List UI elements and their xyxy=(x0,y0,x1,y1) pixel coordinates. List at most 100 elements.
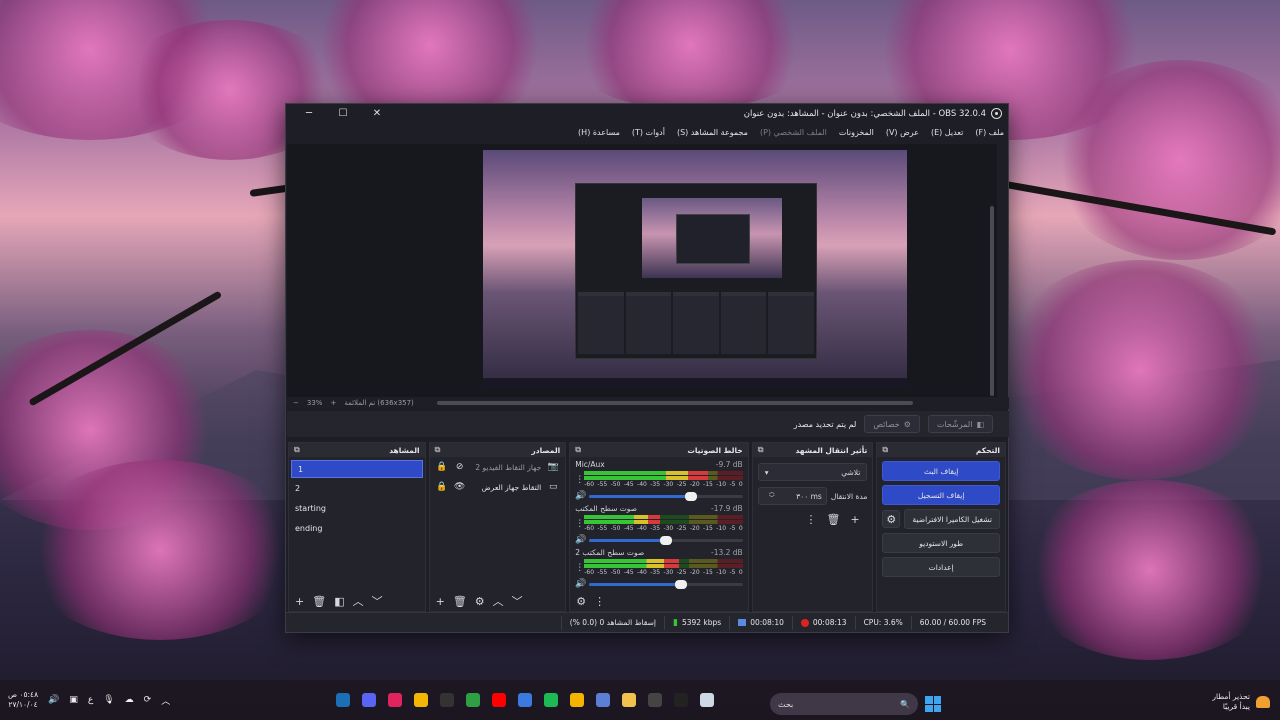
speaker-icon[interactable]: 🔊 xyxy=(575,491,586,501)
virtual-camera-settings-icon[interactable]: ⚙ xyxy=(882,510,901,528)
volume-slider[interactable] xyxy=(589,491,743,501)
clock[interactable]: ٠٥:٤٨ ص ٢٧/١٠/٠٤ xyxy=(8,690,38,710)
store-icon[interactable] xyxy=(590,680,616,720)
capcut-icon[interactable] xyxy=(668,680,694,720)
chrome-icon[interactable] xyxy=(564,680,590,720)
scene-item-2[interactable]: 2 xyxy=(289,478,425,498)
preview-vertical-scrollbar[interactable] xyxy=(990,206,994,396)
meter-tick: -20 xyxy=(689,569,700,576)
stop-recording-button[interactable]: إيقاف التسجيل xyxy=(882,485,1000,505)
menu-profile[interactable]: الملف الشخصي (P) xyxy=(760,128,827,137)
xbox-icon[interactable] xyxy=(460,680,486,720)
scene-item-1[interactable]: 1 xyxy=(291,460,423,478)
scene-item-ending[interactable]: ending xyxy=(289,518,425,538)
minimize-button[interactable]: ─ xyxy=(292,104,326,123)
youtube-icon[interactable] xyxy=(486,680,512,720)
sync-icon[interactable]: ⟳ xyxy=(144,695,152,705)
filters-button[interactable]: ◧ المرشّحات xyxy=(927,415,993,433)
start-button[interactable] xyxy=(925,696,941,712)
discord-icon[interactable] xyxy=(356,680,382,720)
app-blue-icon[interactable] xyxy=(512,680,538,720)
source-item[interactable]: 🔒 ⊘ جهاز التقاط الفيديو 2 📷 xyxy=(430,457,566,477)
speaker-icon[interactable]: 🔊 xyxy=(575,535,586,545)
move-down-icon[interactable]: ﹀ xyxy=(372,593,383,609)
transition-select[interactable]: ▾ تلاشي xyxy=(757,463,868,481)
move-down-icon[interactable]: ﹀ xyxy=(512,593,523,609)
add-icon[interactable]: + xyxy=(436,595,445,608)
meter-tick: -45 xyxy=(623,525,634,532)
kebab-menu-icon[interactable]: ⋮ xyxy=(575,519,584,529)
rockstar-icon[interactable] xyxy=(408,680,434,720)
menu-view[interactable]: عرض (V) xyxy=(886,128,919,137)
zoom-in-button[interactable]: + xyxy=(330,399,336,407)
kebab-menu-icon[interactable]: ⋮ xyxy=(805,513,816,526)
kebab-menu-icon[interactable]: ⋮ xyxy=(575,563,584,573)
lock-icon[interactable]: 🔒 xyxy=(436,482,448,492)
volume-slider[interactable] xyxy=(589,579,743,589)
spotify-icon[interactable] xyxy=(538,680,564,720)
spin-arrows-icon[interactable]: ︿ ﹀ xyxy=(769,490,775,502)
volume-knob[interactable] xyxy=(684,491,697,501)
duration-input[interactable]: ︿ ﹀ ٣٠٠ ms xyxy=(757,487,827,505)
move-up-icon[interactable]: ︿ xyxy=(493,593,504,609)
notepad-icon[interactable] xyxy=(694,680,720,720)
language-indicator[interactable]: ع xyxy=(88,695,93,705)
menu-docks[interactable]: المخزونات xyxy=(839,128,874,137)
popout-icon[interactable]: ⧉ xyxy=(294,445,300,455)
dropped-frames-text: إسقاط المشاهد 0 (0.0 %) xyxy=(569,618,656,627)
microphone-icon[interactable]: 🎙 xyxy=(103,695,114,705)
source-item[interactable]: 🔒 👁 التقاط جهاز العرض ▭ xyxy=(430,477,566,497)
menu-tools[interactable]: أدوات (T) xyxy=(632,128,665,137)
obs-icon[interactable] xyxy=(642,680,668,720)
volume-slider[interactable] xyxy=(589,535,743,545)
chevron-up-icon[interactable]: ︿ xyxy=(161,694,170,707)
properties-button[interactable]: ⚙ خصائص xyxy=(864,415,920,433)
volume-knob[interactable] xyxy=(659,535,672,545)
maximize-button[interactable]: ☐ xyxy=(326,104,360,123)
kebab-menu-icon[interactable]: ⋮ xyxy=(575,475,584,485)
volume-knob[interactable] xyxy=(675,579,688,589)
popout-icon[interactable]: ⧉ xyxy=(575,445,581,455)
popout-icon[interactable]: ⧉ xyxy=(758,445,764,455)
lock-icon[interactable]: 🔒 xyxy=(436,462,448,472)
scene-item-starting[interactable]: starting xyxy=(289,498,425,518)
display-icon[interactable]: ▣ xyxy=(69,695,78,705)
menu-file[interactable]: ملف (F) xyxy=(975,128,1004,137)
popout-icon[interactable]: ⧉ xyxy=(435,445,441,455)
preview-area[interactable] xyxy=(287,144,997,397)
move-up-icon[interactable]: ︿ xyxy=(353,593,364,609)
eye-off-icon[interactable]: ⊘ xyxy=(454,462,466,472)
kebab-menu-icon[interactable]: ⋮ xyxy=(594,595,605,608)
scene-filters-icon[interactable]: ◧ xyxy=(334,595,344,608)
weather-widget[interactable]: تحذير أمطار يبدأ قريبًا xyxy=(1212,692,1270,712)
cloud-icon[interactable]: ☁ xyxy=(125,695,134,705)
settings-button[interactable]: إعدادات xyxy=(882,557,1000,577)
eye-icon[interactable]: 👁 xyxy=(454,482,466,492)
zoom-out-button[interactable]: − xyxy=(293,399,299,407)
adobe-icon[interactable] xyxy=(382,680,408,720)
title-bar[interactable]: OBS 32.0.4 - الملف الشخصي: بدون عنوان - … xyxy=(286,104,1008,123)
studio-mode-button[interactable]: طور الاستوديو xyxy=(882,533,1000,553)
preview-canvas[interactable] xyxy=(483,150,907,388)
steam-icon[interactable] xyxy=(330,680,356,720)
menu-edit[interactable]: تعديل (E) xyxy=(931,128,963,137)
explorer-icon[interactable] xyxy=(616,680,642,720)
taskbar-search[interactable]: 🔍 بحث xyxy=(770,693,918,715)
close-button[interactable]: ✕ xyxy=(360,104,394,123)
epic-icon[interactable] xyxy=(434,680,460,720)
virtual-camera-button[interactable]: تشغيل الكاميرا الافتراضية xyxy=(904,509,1000,529)
menu-help[interactable]: مساعدة (H) xyxy=(578,128,620,137)
gear-icon[interactable]: ⚙ xyxy=(475,595,485,608)
add-icon[interactable]: + xyxy=(850,513,859,526)
volume-icon[interactable]: 🔊 xyxy=(48,695,59,705)
trash-icon[interactable]: 🗑 xyxy=(312,595,326,608)
preview-horizontal-scrollbar[interactable] xyxy=(437,401,913,405)
stop-stream-button[interactable]: إيقاف البث xyxy=(882,461,1000,481)
advanced-audio-icon[interactable]: ⚙ xyxy=(576,595,586,608)
popout-icon[interactable]: ⧉ xyxy=(882,445,888,455)
menu-scene-collection[interactable]: مجموعة المشاهد (S) xyxy=(677,128,748,137)
trash-icon[interactable]: 🗑 xyxy=(453,595,467,608)
speaker-icon[interactable]: 🔊 xyxy=(575,579,586,589)
add-icon[interactable]: + xyxy=(295,595,304,608)
trash-icon[interactable]: 🗑 xyxy=(826,513,840,526)
